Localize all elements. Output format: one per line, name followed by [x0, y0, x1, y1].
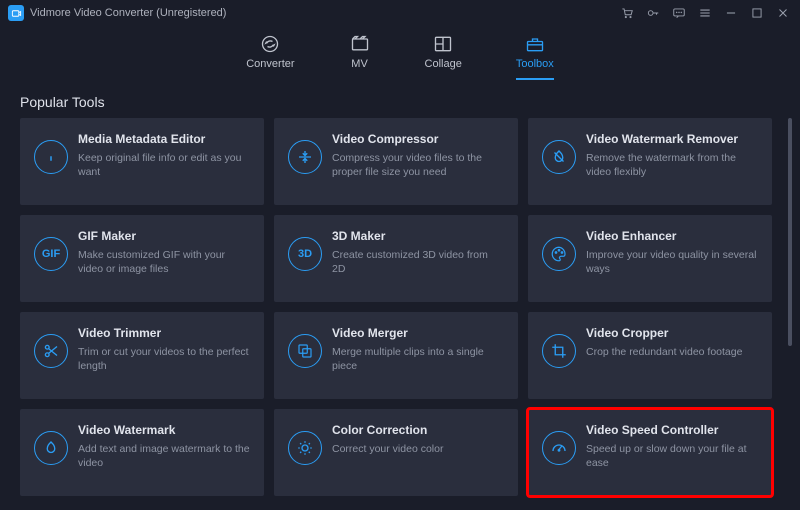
tool-title: Video Speed Controller	[586, 423, 758, 437]
tool-desc: Speed up or slow down your file at ease	[586, 442, 758, 470]
cart-icon[interactable]	[620, 6, 634, 20]
tool-desc: Make customized GIF with your video or i…	[78, 248, 250, 276]
tool-title: Color Correction	[332, 423, 504, 437]
tool-desc: Add text and image watermark to the vide…	[78, 442, 250, 470]
watermark-remove-icon	[542, 140, 576, 174]
nav-label: Converter	[246, 58, 294, 70]
tool-title: Video Merger	[332, 326, 504, 340]
tool-video-merger[interactable]: Video Merger Merge multiple clips into a…	[274, 312, 518, 399]
palette-icon	[542, 237, 576, 271]
tool-title: Video Enhancer	[586, 229, 758, 243]
tab-converter[interactable]: Converter	[246, 34, 294, 80]
tool-desc: Crop the redundant video footage	[586, 345, 758, 359]
nav-label: Collage	[425, 58, 462, 70]
app-logo-icon	[8, 5, 24, 21]
merge-icon	[288, 334, 322, 368]
tool-3d-maker[interactable]: 3D 3D Maker Create customized 3D video f…	[274, 215, 518, 302]
tool-desc: Improve your video quality in several wa…	[586, 248, 758, 276]
gif-icon: GIF	[34, 237, 68, 271]
tool-title: Video Cropper	[586, 326, 758, 340]
tool-title: Video Trimmer	[78, 326, 250, 340]
nav-label: MV	[351, 58, 368, 70]
tool-video-cropper[interactable]: Video Cropper Crop the redundant video f…	[528, 312, 772, 399]
tool-desc: Merge multiple clips into a single piece	[332, 345, 504, 373]
tool-video-compressor[interactable]: Video Compressor Compress your video fil…	[274, 118, 518, 205]
droplet-icon	[34, 431, 68, 465]
info-icon	[34, 140, 68, 174]
tool-video-enhancer[interactable]: Video Enhancer Improve your video qualit…	[528, 215, 772, 302]
icon-text: 3D	[298, 248, 312, 260]
feedback-icon[interactable]	[672, 6, 686, 20]
titlebar: Vidmore Video Converter (Unregistered)	[0, 0, 800, 26]
nav-label: Toolbox	[516, 58, 554, 70]
tool-title: Video Watermark	[78, 423, 250, 437]
tool-video-trimmer[interactable]: Video Trimmer Trim or cut your videos to…	[20, 312, 264, 399]
content-wrap: Media Metadata Editor Keep original file…	[0, 118, 800, 510]
crop-icon	[542, 334, 576, 368]
maximize-icon[interactable]	[750, 6, 764, 20]
compress-icon	[288, 140, 322, 174]
tool-video-speed-controller[interactable]: Video Speed Controller Speed up or slow …	[528, 409, 772, 496]
section-title: Popular Tools	[0, 80, 800, 118]
collage-icon	[432, 34, 454, 54]
close-icon[interactable]	[776, 6, 790, 20]
tab-mv[interactable]: MV	[349, 34, 371, 80]
tool-video-watermark[interactable]: Video Watermark Add text and image water…	[20, 409, 264, 496]
scrollbar[interactable]	[786, 118, 794, 496]
tool-desc: Remove the watermark from the video flex…	[586, 151, 758, 179]
tool-desc: Create customized 3D video from 2D	[332, 248, 504, 276]
tool-color-correction[interactable]: Color Correction Correct your video colo…	[274, 409, 518, 496]
tool-desc: Correct your video color	[332, 442, 504, 456]
toolbox-icon	[524, 34, 546, 54]
scrollbar-thumb[interactable]	[788, 118, 792, 346]
tool-title: Video Compressor	[332, 132, 504, 146]
minimize-icon[interactable]	[724, 6, 738, 20]
tool-video-watermark-remover[interactable]: Video Watermark Remover Remove the water…	[528, 118, 772, 205]
three-d-icon: 3D	[288, 237, 322, 271]
titlebar-right	[620, 6, 790, 20]
tool-desc: Trim or cut your videos to the perfect l…	[78, 345, 250, 373]
tool-title: GIF Maker	[78, 229, 250, 243]
tool-media-metadata-editor[interactable]: Media Metadata Editor Keep original file…	[20, 118, 264, 205]
tools-grid: Media Metadata Editor Keep original file…	[0, 118, 786, 510]
key-icon[interactable]	[646, 6, 660, 20]
tool-desc: Keep original file info or edit as you w…	[78, 151, 250, 179]
tool-title: 3D Maker	[332, 229, 504, 243]
sun-icon	[288, 431, 322, 465]
titlebar-left: Vidmore Video Converter (Unregistered)	[8, 5, 226, 21]
tool-gif-maker[interactable]: GIF GIF Maker Make customized GIF with y…	[20, 215, 264, 302]
converter-icon	[259, 34, 281, 54]
tool-title: Media Metadata Editor	[78, 132, 250, 146]
tool-desc: Compress your video files to the proper …	[332, 151, 504, 179]
tool-title: Video Watermark Remover	[586, 132, 758, 146]
main-nav: Converter MV Collage Toolbox	[0, 26, 800, 80]
icon-text: GIF	[42, 248, 60, 260]
menu-icon[interactable]	[698, 6, 712, 20]
tab-collage[interactable]: Collage	[425, 34, 462, 80]
app-title: Vidmore Video Converter (Unregistered)	[30, 7, 226, 19]
scissors-icon	[34, 334, 68, 368]
mv-icon	[349, 34, 371, 54]
gauge-icon	[542, 431, 576, 465]
tab-toolbox[interactable]: Toolbox	[516, 34, 554, 80]
